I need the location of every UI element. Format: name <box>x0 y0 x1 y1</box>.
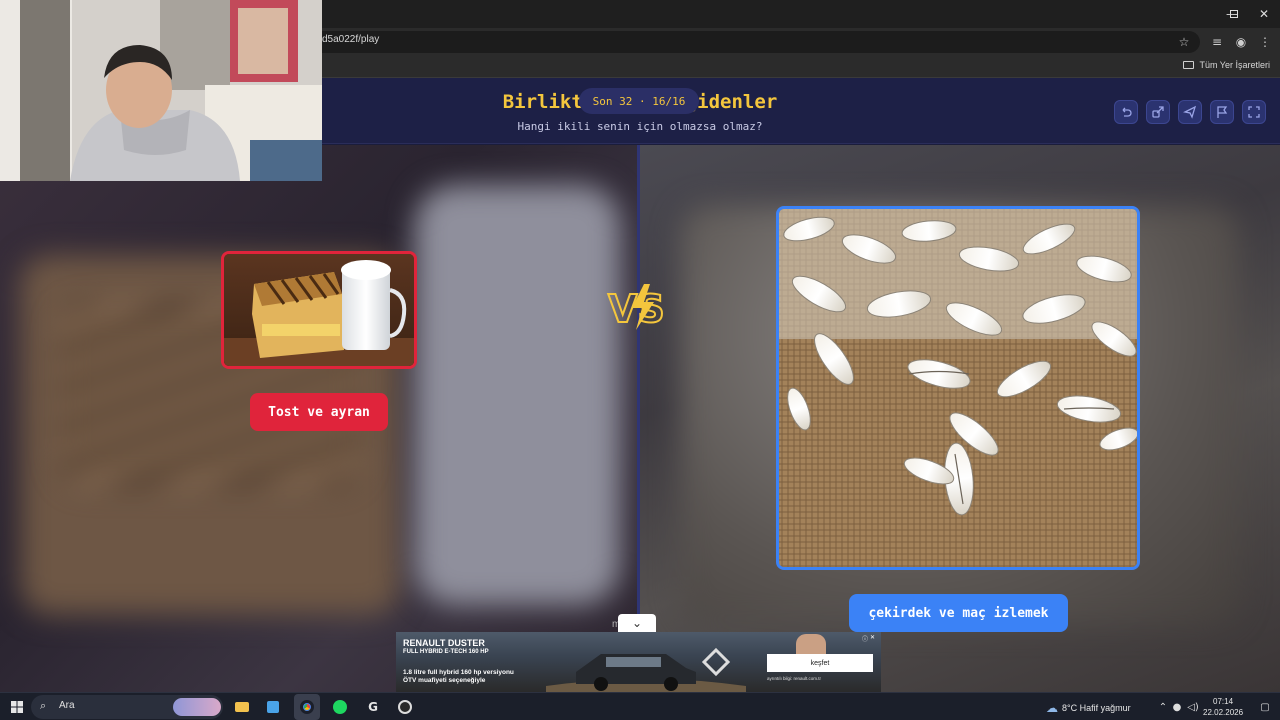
start-button[interactable] <box>8 698 26 716</box>
all-bookmarks-label: Tüm Yer İşaretleri <box>1199 60 1270 70</box>
windows-taskbar: ⌕ Ara G ☁ 8°C Hafif yağmur ⌃ ● ◁) 07:14 … <box>0 692 1280 720</box>
chrome-icon[interactable] <box>298 698 316 716</box>
close-ad-icon[interactable]: ✕ <box>870 634 875 642</box>
weather-widget[interactable]: ☁ 8°C Hafif yağmur <box>1046 701 1131 715</box>
webcam-overlay <box>0 0 322 181</box>
url-text[interactable]: d5a022f/play <box>322 34 379 45</box>
clock[interactable]: 07:14 22.02.2026 <box>1203 696 1243 718</box>
profile-icon[interactable]: ◉ <box>1232 33 1250 51</box>
all-bookmarks-folder[interactable]: Tüm Yer İşaretleri <box>1183 60 1270 70</box>
chevron-down-icon: ⌄ <box>631 616 643 630</box>
clock-date: 22.02.2026 <box>1203 708 1244 717</box>
restore-button[interactable] <box>1218 0 1250 28</box>
obs-icon[interactable] <box>396 698 414 716</box>
car-image <box>546 647 746 692</box>
ad-title: RENAULT DUSTER <box>403 638 485 648</box>
bookmark-star-icon[interactable]: ☆ <box>1175 33 1193 51</box>
ad-collapse-button[interactable]: ⌄ <box>618 614 656 632</box>
ad-subtitle: FULL HYBRID E-TECH 160 HP <box>403 649 489 655</box>
logitech-icon[interactable]: G <box>364 698 382 716</box>
right-choice-card[interactable] <box>776 206 1140 570</box>
info-icon[interactable]: ⓘ <box>862 634 868 643</box>
address-field[interactable] <box>300 31 1200 53</box>
screen: — ✕ d5a022f/play ☆ ≡ ◉ ⋮ Tüm Yer İşaretl… <box>0 0 1280 720</box>
fullscreen-icon <box>1248 106 1260 118</box>
media-control-icon[interactable]: ≡ <box>1208 33 1226 51</box>
versus-badge: VS <box>607 284 666 332</box>
fullscreen-button[interactable] <box>1242 100 1266 124</box>
ad-description: 1.8 litre full hybrid 160 hp versiyonu Ö… <box>403 669 514 684</box>
center-divider <box>637 145 640 692</box>
ad-info-icons[interactable]: ⓘ ✕ <box>862 634 878 643</box>
report-button[interactable] <box>1210 100 1234 124</box>
ad-person-image <box>796 634 826 656</box>
ad-legal-text: ayrıntılı bilgi: renault.com.tr <box>767 676 822 681</box>
send-button[interactable] <box>1178 100 1202 124</box>
ad-cta-button[interactable]: keşfet <box>767 654 873 672</box>
vs-label: VS <box>608 287 665 331</box>
rain-cloud-icon: ☁ <box>1046 701 1058 715</box>
share-button[interactable] <box>1146 100 1170 124</box>
search-placeholder: Ara <box>59 700 75 711</box>
clock-time: 07:14 <box>1213 697 1234 706</box>
weather-text: 8°C Hafif yağmur <box>1062 703 1131 713</box>
left-choice-card[interactable] <box>221 251 417 369</box>
share-icon <box>1152 106 1164 118</box>
spotify-icon[interactable] <box>331 698 349 716</box>
notifications-icon[interactable]: ▢ <box>1256 698 1274 716</box>
folder-icon <box>1183 61 1195 69</box>
taskbar-search[interactable]: ⌕ Ara <box>31 695 223 719</box>
store-icon[interactable] <box>264 698 282 716</box>
search-icon: ⌕ <box>40 699 47 712</box>
round-indicator: Son 32 · 16/16 <box>579 88 699 114</box>
webcam-feed-image <box>0 0 322 181</box>
menu-kebab-icon[interactable]: ⋮ <box>1256 33 1274 51</box>
undo-icon <box>1122 107 1132 117</box>
send-icon <box>1183 105 1197 119</box>
file-explorer-icon[interactable] <box>233 698 251 716</box>
toast-ayran-image <box>224 254 414 366</box>
close-window-button[interactable]: ✕ <box>1248 0 1280 28</box>
volume-icon[interactable]: ◁) <box>1184 698 1202 716</box>
undo-button[interactable] <box>1114 100 1138 124</box>
blurred-glass <box>415 185 620 605</box>
right-choice-button[interactable]: çekirdek ve maç izlemek <box>849 594 1068 632</box>
left-choice-button[interactable]: Tost ve ayran <box>250 393 388 431</box>
windows-logo-icon <box>11 701 23 713</box>
search-highlight-image <box>173 698 221 716</box>
ad-banner[interactable]: RENAULT DUSTER FULL HYBRID E-TECH 160 HP… <box>396 632 881 692</box>
flag-icon <box>1217 106 1228 118</box>
sunflower-seeds-image <box>779 209 1137 567</box>
